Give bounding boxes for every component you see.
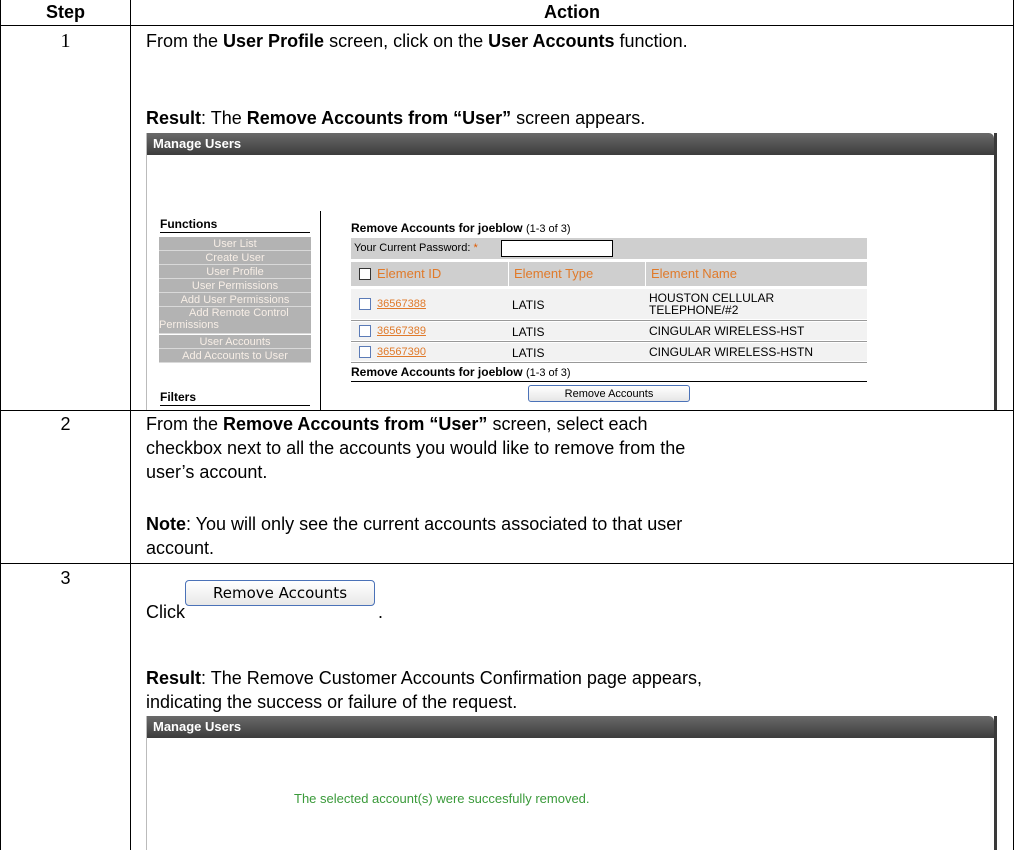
step-number-2: 2	[60, 414, 71, 434]
step1-result: Result: The Remove Accounts from “User” …	[146, 108, 646, 128]
menu-add-user-permissions[interactable]: Add User Permissions	[159, 293, 311, 307]
row-separator	[351, 362, 867, 363]
step3-result: Result: The Remove Customer Accounts Con…	[146, 668, 702, 712]
instruction-table: Step Action 1 From the User Profile scre…	[0, 0, 1014, 850]
step2-note: Note: You will only see the current acco…	[146, 514, 683, 558]
success-message: The selected account(s) were succesfully…	[294, 791, 590, 806]
element-name: CINGULAR WIRELESS-HST	[649, 324, 805, 338]
menu-add-accounts-to-user[interactable]: Add Accounts to User	[159, 349, 311, 363]
footer-rule	[351, 381, 867, 382]
functions-underline	[160, 232, 310, 233]
step-number-3: 3	[60, 568, 71, 588]
menu-create-user[interactable]: Create User	[159, 251, 311, 265]
row-divider	[1, 563, 1013, 564]
row-separator	[351, 320, 867, 321]
screenshot-title-bar: Manage Users	[147, 716, 994, 738]
grid-header: Element ID Element Type Element Name	[351, 262, 867, 286]
row-checkbox[interactable]	[359, 325, 371, 337]
step-number-1: 1	[60, 30, 71, 52]
menu-user-accounts[interactable]: User Accounts	[159, 335, 311, 349]
remove-accounts-footer: Remove Accounts for joeblow (1-3 of 3)	[351, 365, 571, 379]
password-input[interactable]	[501, 240, 613, 257]
column-element-type[interactable]: Element Type	[514, 262, 593, 286]
step3-period: .	[378, 602, 384, 622]
step1-instruction: From the User Profile screen, click on t…	[146, 31, 688, 51]
table-row: 36567390 LATIS CINGULAR WIRELESS-HSTN	[351, 343, 867, 361]
col-sep	[645, 262, 646, 286]
column-divider	[130, 0, 131, 850]
element-type: LATIS	[512, 298, 545, 312]
menu-user-list[interactable]: User List	[159, 237, 311, 251]
header-action: Action	[544, 2, 600, 22]
confirmation-screenshot: Manage Users The selected account(s) wer…	[146, 716, 997, 850]
row-checkbox[interactable]	[359, 298, 371, 310]
element-type: LATIS	[512, 325, 545, 339]
element-id-link[interactable]: 36567389	[377, 325, 426, 337]
menu-user-profile[interactable]: User Profile	[159, 265, 311, 279]
row-checkbox[interactable]	[359, 346, 371, 358]
table-row: 36567388 LATIS HOUSTON CELLULAR TELEPHONE…	[351, 289, 867, 319]
step2-instruction: From the Remove Accounts from “User” scr…	[146, 414, 686, 482]
col-sep	[508, 262, 509, 286]
remove-accounts-title: Remove Accounts for joeblow (1-3 of 3)	[351, 221, 571, 235]
row-separator	[351, 341, 867, 342]
element-id-link[interactable]: 36567388	[377, 298, 426, 310]
menu-add-remote-control-permissions[interactable]: Add Remote Control Permissions	[159, 307, 311, 334]
header-divider	[1, 25, 1013, 26]
manage-users-screenshot: Manage Users Functions User List Create …	[146, 133, 997, 410]
remove-accounts-button-illustration[interactable]: Remove Accounts	[185, 580, 375, 606]
element-name: CINGULAR WIRELESS-HSTN	[649, 345, 814, 359]
row-divider	[1, 410, 1013, 411]
element-type: LATIS	[512, 346, 545, 360]
column-element-id[interactable]: Element ID	[377, 262, 441, 286]
remove-accounts-button[interactable]: Remove Accounts	[528, 385, 690, 402]
filters-heading: Filters	[160, 390, 197, 404]
header-step: Step	[45, 2, 85, 22]
functions-heading: Functions	[160, 217, 218, 231]
functions-divider	[320, 211, 321, 410]
filters-underline	[160, 405, 310, 406]
select-all-checkbox[interactable]	[359, 268, 371, 280]
table-row: 36567389 LATIS CINGULAR WIRELESS-HST	[351, 322, 867, 340]
screenshot-title-bar: Manage Users	[147, 133, 994, 155]
password-row: Your Current Password: *	[351, 238, 867, 259]
element-id-link[interactable]: 36567390	[377, 346, 426, 358]
element-name: HOUSTON CELLULAR TELEPHONE/#2	[649, 291, 775, 317]
menu-user-permissions[interactable]: User Permissions	[159, 279, 311, 293]
column-element-name[interactable]: Element Name	[651, 262, 737, 286]
